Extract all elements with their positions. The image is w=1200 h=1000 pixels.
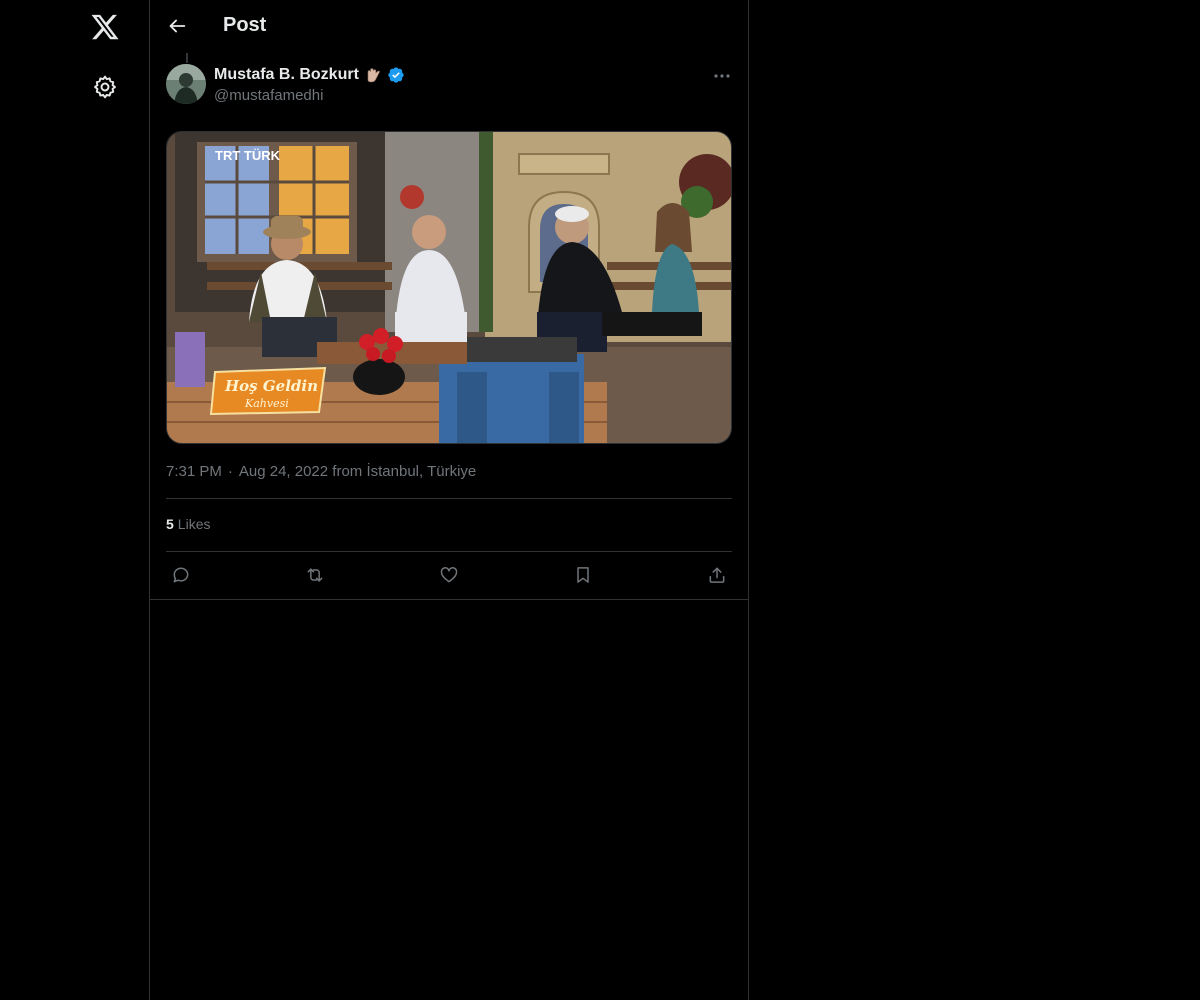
divider — [166, 551, 732, 552]
thread-connector-line — [186, 53, 188, 63]
meta-separator: · — [227, 463, 233, 480]
divider — [150, 599, 748, 600]
more-horizontal-icon[interactable] — [712, 66, 732, 86]
likes-label: Likes — [177, 516, 211, 532]
post-location: İstanbul, Türkiye — [366, 463, 477, 480]
main-column: Post Mustafa B. Bozkurt @mustafamedhi TR… — [149, 0, 749, 1000]
post-media-image[interactable]: TRT TÜRK Hoş Geldin Kahvesi — [166, 131, 732, 444]
heart-icon[interactable] — [436, 562, 462, 588]
show-logo: Hoş Geldin Kahvesi — [209, 366, 327, 416]
reply-icon[interactable] — [168, 562, 194, 588]
left-nav — [0, 0, 149, 1000]
show-logo-line1: Hoş Geldin — [224, 377, 318, 395]
gear-icon[interactable] — [92, 74, 118, 100]
likes-count: 5 — [166, 516, 174, 532]
author-name[interactable]: Mustafa B. Bozkurt — [214, 66, 359, 84]
repost-icon[interactable] — [302, 562, 328, 588]
author-name-row: Mustafa B. Bozkurt — [214, 65, 405, 85]
share-icon[interactable] — [704, 562, 730, 588]
hand-emoji-icon — [364, 66, 382, 84]
show-logo-line2: Kahvesi — [244, 397, 289, 410]
author-handle[interactable]: @mustafamedhi — [214, 87, 323, 104]
arrow-left-icon[interactable] — [166, 15, 188, 37]
likes-stat[interactable]: 5 Likes — [166, 516, 210, 532]
post-from-label: from — [332, 463, 363, 480]
page-header: Post — [150, 0, 748, 54]
page-title: Post — [223, 14, 267, 36]
post-date[interactable]: Aug 24, 2022 — [239, 463, 328, 480]
app-root: Post Mustafa B. Bozkurt @mustafamedhi TR… — [0, 0, 1200, 1000]
avatar[interactable] — [166, 64, 206, 104]
bookmark-icon[interactable] — [570, 562, 596, 588]
post-time[interactable]: 7:31 PM — [166, 463, 222, 480]
post-author: Mustafa B. Bozkurt @mustafamedhi — [166, 64, 732, 108]
divider — [166, 498, 732, 499]
post-meta: 7:31 PM · Aug 24, 2022 from İstanbul, Türk… — [166, 463, 476, 480]
post-actions — [166, 562, 732, 588]
channel-logo-text: TRT TÜRK — [215, 148, 281, 163]
x-logo-icon[interactable] — [90, 12, 120, 42]
verified-badge-icon — [387, 66, 405, 84]
